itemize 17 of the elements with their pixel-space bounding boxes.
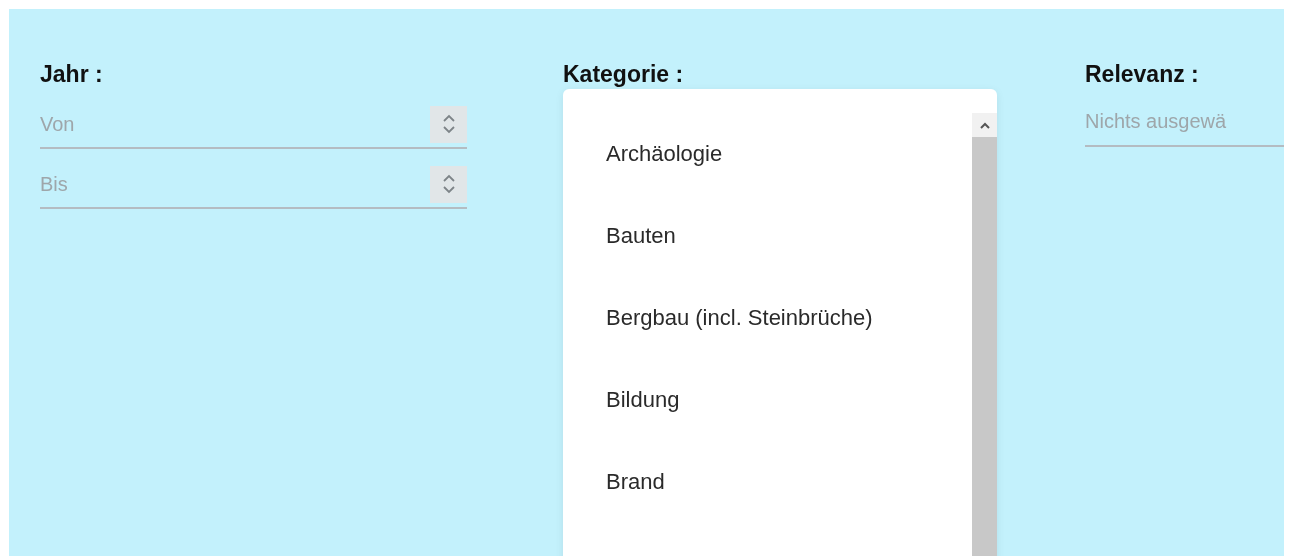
number-input[interactable]: Bis	[40, 172, 430, 196]
filter-label: Relevanz :	[1085, 60, 1199, 89]
dropdown-option[interactable]: Bildung	[563, 359, 972, 441]
scroll-up-button[interactable]	[972, 113, 997, 137]
stepper-button[interactable]	[430, 105, 467, 143]
dropdown-option[interactable]: Bauten	[563, 195, 972, 277]
scrollbar-thumb[interactable]	[972, 137, 997, 556]
dropdown-option[interactable]: Bergbau (incl. Steinbrüche)	[563, 277, 972, 359]
stepper-button[interactable]	[430, 165, 467, 203]
number-input[interactable]: Von	[40, 112, 430, 136]
up-down-chevron-icon	[442, 113, 455, 135]
dropdown-option[interactable]: Archäologie	[563, 113, 972, 195]
filter-label: Jahr :	[40, 60, 103, 89]
dropdown-option[interactable]: Brand	[563, 441, 972, 523]
caret-up-icon	[979, 121, 990, 129]
filter-label: Kategorie :	[563, 60, 684, 89]
up-down-chevron-icon	[442, 173, 455, 195]
